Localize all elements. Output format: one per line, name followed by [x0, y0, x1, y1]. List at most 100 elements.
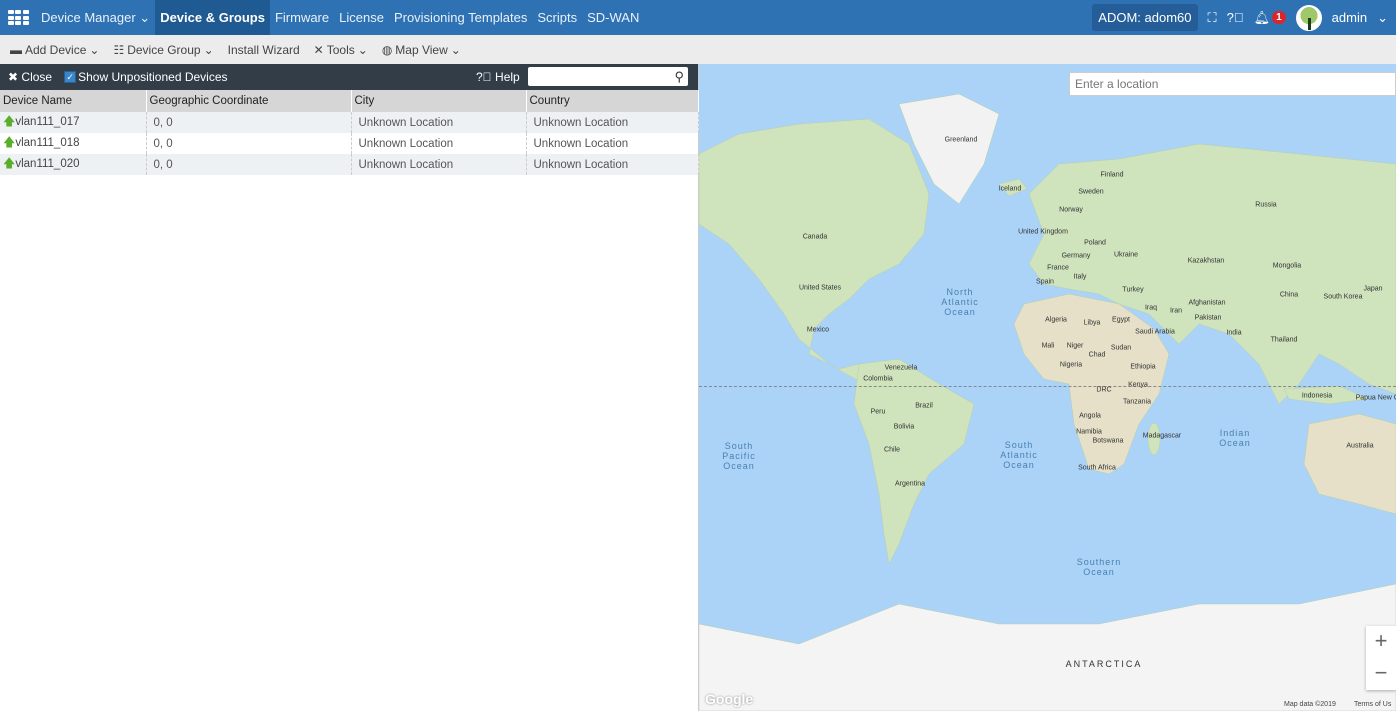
nav-firmware[interactable]: Firmware — [270, 0, 334, 35]
help-icon[interactable]: ?⃝ — [1227, 10, 1244, 25]
country: Unknown Location — [526, 112, 699, 133]
antarctica — [699, 583, 1396, 711]
chevron-down-icon: ⌄ — [357, 42, 368, 57]
nav-provisioning-templates[interactable]: Provisioning Templates — [389, 0, 532, 35]
device-group-button[interactable]: ☷ Device Group ⌄ — [113, 43, 213, 57]
map-label: Papua New Guine — [1355, 394, 1396, 402]
map-label: Iraq — [1144, 304, 1158, 312]
nav-license[interactable]: License — [334, 0, 389, 35]
map-label: Tanzania — [1122, 398, 1152, 406]
search-icon: ⚲ — [674, 69, 684, 84]
toolbar: ▬ Add Device ⌄ ☷ Device Group ⌄ Install Wiza… — [0, 35, 1396, 64]
map-label: Botswana — [1092, 437, 1124, 445]
map-label: Indonesia — [1301, 392, 1333, 400]
device-manager-menu[interactable]: Device Manager ⌄ — [36, 0, 155, 35]
avatar[interactable] — [1295, 4, 1322, 31]
ocean-label: South Pacific Ocean — [722, 441, 756, 471]
device-icon: ▬ — [10, 42, 22, 57]
add-device-label: Add Device — [25, 42, 87, 57]
map-label: Sweden — [1078, 188, 1104, 196]
ocean-label: North Atlantic Ocean — [941, 287, 979, 317]
map-label: Greenland — [944, 136, 978, 144]
device-name: vlan111_020 — [15, 158, 80, 170]
column-device-name[interactable]: Device Name — [0, 90, 147, 112]
chevron-down-icon: ⌄ — [203, 42, 214, 57]
map-label: Argentina — [895, 480, 925, 488]
help-button[interactable]: ?⃝ Help — [476, 70, 520, 84]
map-label: China — [1279, 291, 1299, 299]
device-up-icon: 🡅 — [3, 156, 16, 170]
map-view-button[interactable]: ◍ Map View ⌄ — [382, 43, 461, 57]
map-label: South Korea — [1323, 293, 1363, 301]
map-view-label: Map View — [395, 42, 448, 57]
bell-icon[interactable]: 🔔︎ — [1254, 10, 1271, 26]
zoom-out-button[interactable]: − — [1366, 658, 1396, 690]
search-input[interactable]: ⚲ — [528, 67, 688, 86]
map-label: Niger — [1066, 342, 1084, 350]
adom-selector[interactable]: ADOM: adom60 — [1092, 4, 1198, 31]
city: Unknown Location — [351, 154, 527, 175]
map-label: Russia — [1255, 201, 1277, 209]
close-button[interactable]: ✖ Close — [8, 70, 52, 84]
map-label: Spain — [1036, 278, 1054, 286]
column-city[interactable]: City — [351, 90, 527, 112]
ocean-label: Indian Ocean — [1219, 428, 1251, 448]
country: Unknown Location — [526, 154, 699, 175]
user-menu[interactable]: admin — [1332, 10, 1367, 25]
chevron-down-icon: ⌄ — [450, 42, 461, 57]
nav-device-groups[interactable]: Device & Groups — [155, 0, 270, 35]
coordinate: 0, 0 — [146, 112, 352, 133]
map-label: South Africa — [1078, 464, 1116, 472]
table-row[interactable]: 🡅vlan111_020 0, 0 Unknown Location Unknown … — [0, 154, 699, 175]
fullscreen-icon[interactable]: ⛶ — [1208, 10, 1217, 26]
top-nav-bar: Device Manager ⌄ Device & Groups Firmwar… — [0, 0, 1396, 35]
show-unpositioned-checkbox[interactable]: ✓ Show Unpositioned Devices — [64, 70, 228, 84]
app-menu-label: Device Manager — [41, 10, 136, 25]
map-label: Iran — [1169, 307, 1183, 315]
nav-sd-wan[interactable]: SD-WAN — [582, 0, 644, 35]
install-wizard-button[interactable]: Install Wizard — [228, 43, 300, 57]
location-search-input[interactable]: Enter a location — [1069, 72, 1396, 96]
chevron-down-icon: ⌄ — [89, 42, 100, 57]
map-land — [699, 93, 1396, 711]
map-label: Finland — [1100, 171, 1124, 179]
add-device-button[interactable]: ▬ Add Device ⌄ — [10, 43, 99, 57]
terms-link[interactable]: Terms of Us — [1354, 701, 1391, 708]
map-label: Poland — [1084, 239, 1106, 247]
column-country[interactable]: Country — [526, 90, 699, 112]
city: Unknown Location — [351, 112, 527, 133]
map-label: India — [1226, 329, 1242, 337]
map-label: Iceland — [998, 185, 1022, 193]
ocean-label: Southern Ocean — [1076, 557, 1122, 577]
tools-label: Tools — [326, 42, 355, 57]
zoom-in-button[interactable]: + — [1366, 626, 1396, 658]
map-label: France — [1047, 264, 1069, 272]
device-table: Device Name Geographic Coordinate City C… — [0, 90, 699, 175]
nav-scripts[interactable]: Scripts — [532, 0, 582, 35]
map-label: Sudan — [1110, 344, 1132, 352]
city: Unknown Location — [351, 133, 527, 154]
map-label: Brazil — [915, 402, 933, 410]
tools-icon: ✕ — [313, 42, 324, 57]
map-label: Nigeria — [1059, 361, 1083, 369]
map-label: Chile — [884, 446, 900, 454]
north-america — [699, 118, 930, 385]
tools-button[interactable]: ✕ Tools ⌄ — [314, 43, 368, 57]
table-row[interactable]: 🡅vlan111_018 0, 0 Unknown Location Unknown … — [0, 133, 699, 154]
checkbox-checked-icon: ✓ — [64, 71, 77, 83]
map-label: Thailand — [1270, 336, 1298, 344]
device-name: vlan111_018 — [15, 137, 80, 149]
map-label: Kazakhstan — [1187, 257, 1225, 265]
map-label: Norway — [1059, 206, 1083, 214]
coordinate: 0, 0 — [146, 133, 352, 154]
device-up-icon: 🡅 — [3, 114, 16, 128]
table-row[interactable]: 🡅vlan111_017 0, 0 Unknown Location Unknown … — [0, 112, 699, 133]
map-label: Libya — [1083, 319, 1101, 327]
chevron-down-icon: ⌄ — [1377, 9, 1388, 25]
map-label: United States — [798, 284, 842, 292]
help-label: Help — [495, 70, 520, 84]
ocean-label: South Atlantic Ocean — [1000, 440, 1038, 470]
world-map[interactable]: Greenland Iceland Finland Sweden Norway Russi… — [699, 64, 1396, 711]
fortinet-logo-icon[interactable] — [0, 0, 36, 35]
column-geographic-coordinate[interactable]: Geographic Coordinate — [146, 90, 352, 112]
